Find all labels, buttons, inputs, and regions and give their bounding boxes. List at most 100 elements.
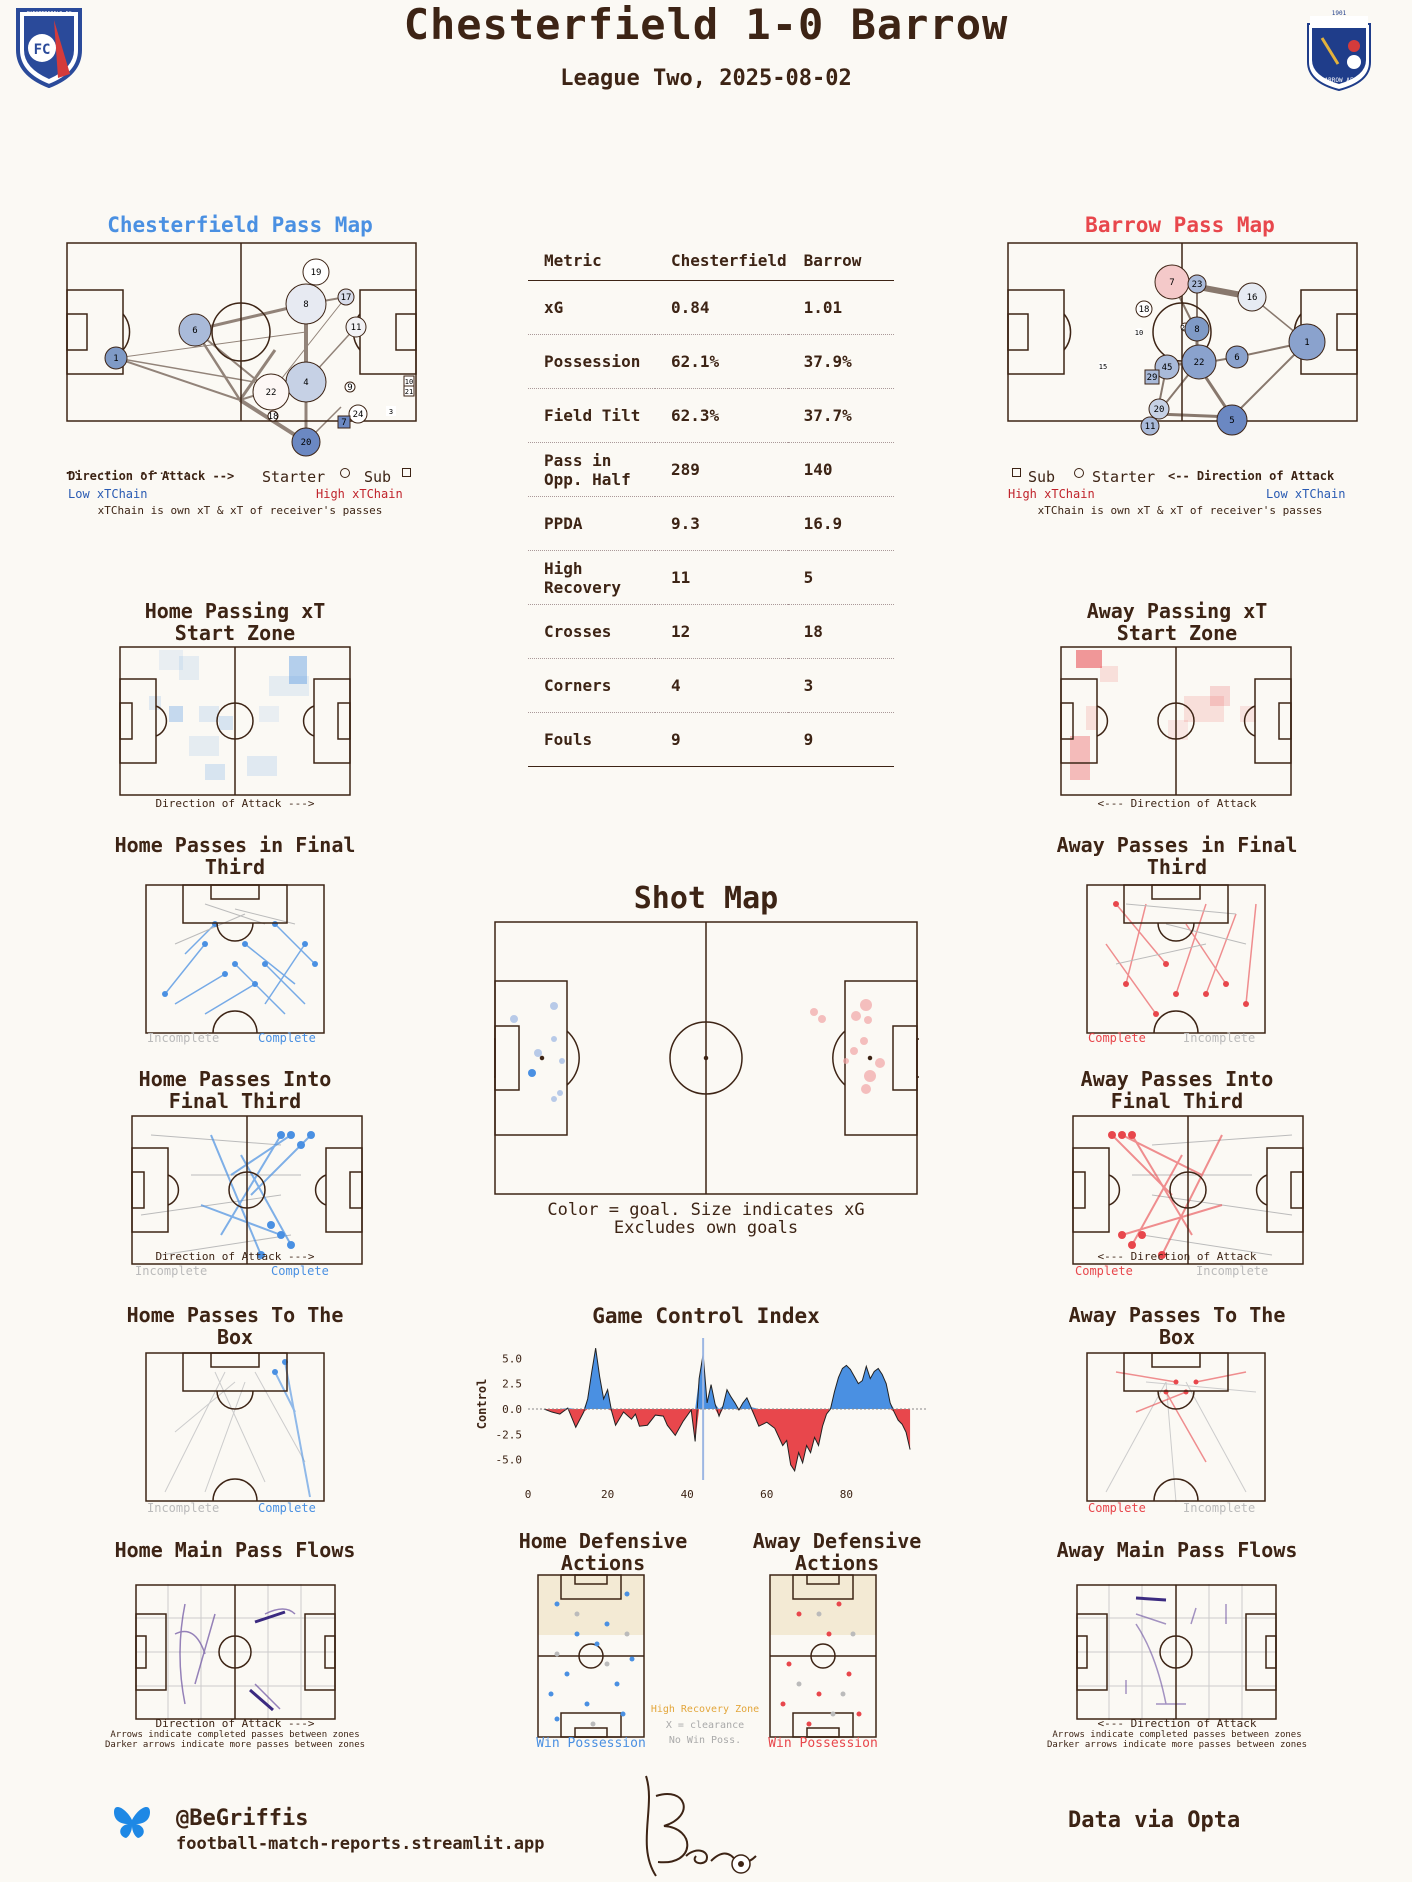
svg-text:6: 6 xyxy=(192,326,197,336)
away-ft-complete: Complete xyxy=(1088,1031,1146,1045)
page-subtitle: League Two, 2025-08-02 xyxy=(560,66,852,91)
gci-xtick-label: 20 xyxy=(601,1488,614,1501)
home-xt-heatmap xyxy=(119,646,351,796)
svg-text:20: 20 xyxy=(1154,405,1165,415)
home-flows-note1: Arrows indicate completed passes between… xyxy=(110,1730,360,1740)
away-pass-map: 7 23 16 18 10 21 8 1 45 29 22 6 15 20 11… xyxy=(1007,242,1358,436)
svg-text:20: 20 xyxy=(301,438,312,448)
home-final-third-map xyxy=(145,884,325,1034)
svg-text:45: 45 xyxy=(1162,363,1173,373)
svg-text:7: 7 xyxy=(1169,278,1174,288)
gci-xtick-label: 40 xyxy=(681,1488,694,1501)
svg-text:29: 29 xyxy=(1147,373,1158,383)
metrics-header-away: Barrow xyxy=(787,240,894,281)
shot-map-note2: Excludes own goals xyxy=(613,1218,799,1238)
svg-text:FC: FC xyxy=(34,42,51,58)
bluesky-icon[interactable] xyxy=(110,1802,154,1842)
home-xt-caption: Direction of Attack ---> xyxy=(155,797,315,810)
svg-text:19: 19 xyxy=(311,268,322,278)
svg-text:7: 7 xyxy=(341,418,346,428)
svg-text:10: 10 xyxy=(1135,329,1143,337)
home-xtchain-note: xTChain is own xT & xT of receiver's pas… xyxy=(97,504,383,517)
away-starter-label: Starter xyxy=(1092,468,1156,486)
away-starter-legend-icon xyxy=(1074,468,1084,478)
metrics-table: Metric Chesterfield Barrow xG 0.84 1.01 Po… xyxy=(528,240,894,767)
svg-text:1901: 1901 xyxy=(1332,10,1347,17)
home-ft-complete: Complete xyxy=(258,1031,316,1045)
away-box-incomplete: Incomplete xyxy=(1183,1501,1256,1515)
metrics-row: Possession 62.1% 37.9% xyxy=(528,334,894,389)
svg-text:4: 4 xyxy=(303,378,308,388)
svg-text:16: 16 xyxy=(1247,293,1258,303)
away-flows-dir: <--- Direction of Attack xyxy=(1097,1717,1257,1730)
away-box-complete: Complete xyxy=(1088,1501,1146,1515)
gci-xtick-label: 60 xyxy=(760,1488,773,1501)
hrz-legend: High Recovery Zone xyxy=(650,1704,760,1715)
home-defensive-title: Home Defensive Actions xyxy=(518,1529,688,1575)
home-final-third-title: Home Passes in Final Third xyxy=(114,833,356,879)
away-xt-heatmap xyxy=(1060,646,1292,796)
gci-ytick-label: 5.0 xyxy=(502,1352,522,1365)
clearance-legend: X = clearance xyxy=(665,1720,745,1731)
away-high-xtchain: High xTChain xyxy=(1008,487,1095,501)
away-into-final-dir: <--- Direction of Attack xyxy=(1097,1250,1257,1263)
metrics-row: xG 0.84 1.01 xyxy=(528,280,894,335)
home-badge: FC CHESTERFIELD FC xyxy=(16,8,82,88)
shot-map-title: Shot Map xyxy=(633,881,779,916)
svg-text:10: 10 xyxy=(405,378,413,386)
away-if-complete: Complete xyxy=(1075,1264,1133,1278)
home-win-possession: Win Possession xyxy=(536,1736,646,1751)
home-pass-map-title: Chesterfield Pass Map xyxy=(107,213,373,237)
shot-map xyxy=(494,921,919,1195)
metrics-row: Corners 4 3 xyxy=(528,658,894,713)
gci-ytick-label: 0.0 xyxy=(502,1403,522,1416)
away-flows-map xyxy=(1076,1584,1277,1720)
away-badge-text: BARROW AFC xyxy=(1321,77,1358,84)
home-direction: Direction of Attack --> xyxy=(68,469,235,483)
gci-ytick-label: -2.5 xyxy=(496,1428,523,1441)
signature-logo xyxy=(645,1775,757,1877)
away-box-title: Away Passes To The Box xyxy=(1068,1303,1286,1349)
away-pass-map-title: Barrow Pass Map xyxy=(1085,213,1275,237)
home-pass-map: 1 6 8 19 17 11 4 22 9 18 24 7 20 10 21 3… xyxy=(66,242,417,474)
svg-text:6: 6 xyxy=(1234,353,1239,363)
home-badge-text: CHESTERFIELD FC xyxy=(26,11,71,17)
svg-text:8: 8 xyxy=(1194,325,1199,335)
gci-xtick-label: 0 xyxy=(525,1488,532,1501)
home-flows-dir: Direction of Attack ---> xyxy=(155,1717,315,1730)
svg-text:1: 1 xyxy=(113,354,118,364)
footer-source: Data via Opta xyxy=(1068,1808,1241,1833)
away-into-final-title: Away Passes Into Final Third xyxy=(1080,1067,1274,1113)
footer-handle[interactable]: @BeGriffis xyxy=(176,1806,308,1831)
home-if-incomplete: Incomplete xyxy=(135,1264,208,1278)
away-final-third-map xyxy=(1086,884,1266,1034)
svg-text:15: 15 xyxy=(1099,363,1107,371)
footer-site[interactable]: football-match-reports.streamlit.app xyxy=(176,1834,544,1854)
away-box-map xyxy=(1086,1352,1266,1503)
home-ft-incomplete: Incomplete xyxy=(147,1031,220,1045)
away-final-third-title: Away Passes in Final Third xyxy=(1056,833,1298,879)
svg-text:21: 21 xyxy=(405,388,413,396)
svg-text:5: 5 xyxy=(1229,416,1234,426)
home-box-incomplete: Incomplete xyxy=(147,1501,220,1515)
away-defensive-map xyxy=(769,1574,877,1738)
away-flows-title: Away Main Pass Flows xyxy=(1056,1538,1298,1562)
svg-text:11: 11 xyxy=(1145,422,1156,432)
home-into-final-map xyxy=(131,1115,363,1265)
svg-text:22: 22 xyxy=(1194,358,1205,368)
away-xt-title: Away Passing xT Start Zone xyxy=(1086,599,1268,645)
svg-text:17: 17 xyxy=(341,293,352,303)
svg-text:9: 9 xyxy=(347,383,352,393)
svg-text:24: 24 xyxy=(353,410,364,420)
away-sub-label: Sub xyxy=(1028,468,1056,486)
svg-text:18: 18 xyxy=(268,412,279,422)
home-into-final-title: Home Passes Into Final Third xyxy=(138,1067,332,1113)
gci-ylabel: Control xyxy=(475,1379,489,1430)
away-defensive-title: Away Defensive Actions xyxy=(752,1529,922,1575)
gci-away-area xyxy=(543,1409,911,1471)
home-low-xtchain: Low xTChain xyxy=(68,487,148,501)
away-low-xtchain: Low xTChain xyxy=(1266,487,1346,501)
away-win-possession: Win Possession xyxy=(768,1736,878,1751)
home-box-title: Home Passes To The Box xyxy=(126,1303,344,1349)
away-into-final-map xyxy=(1072,1115,1304,1265)
